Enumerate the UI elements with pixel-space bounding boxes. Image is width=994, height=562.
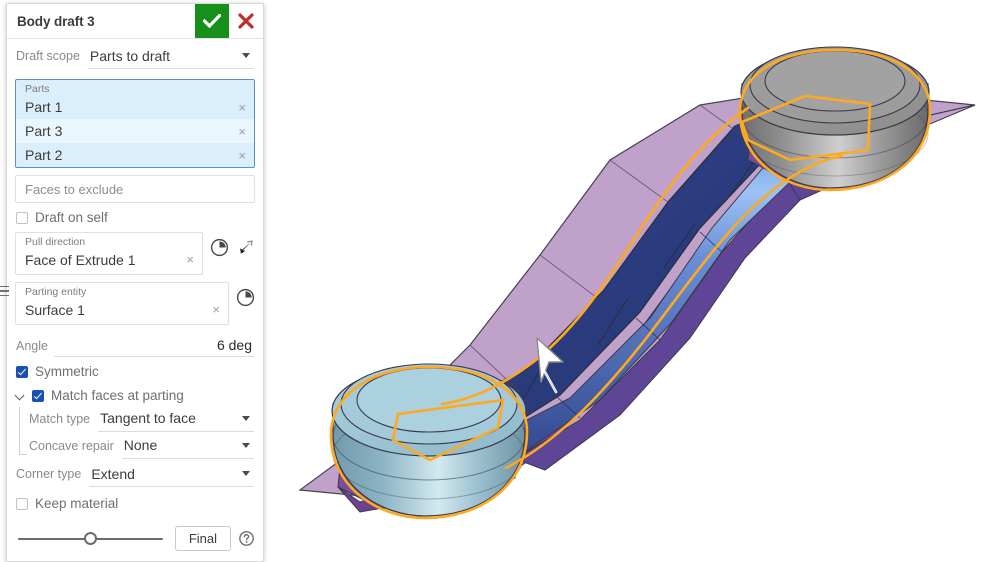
- parting-entity-field[interactable]: Parting entity Surface 1 ×: [15, 282, 229, 325]
- quality-slider[interactable]: [16, 531, 165, 546]
- draft-scope-dropdown[interactable]: Parts to draft: [87, 43, 254, 69]
- final-quality-button[interactable]: Final: [174, 526, 231, 551]
- parts-list-caption: Parts: [25, 83, 50, 95]
- checkbox-checked-icon[interactable]: [32, 389, 44, 402]
- parting-entity-label: Parting entity: [25, 286, 87, 298]
- match-type-dropdown[interactable]: Tangent to face: [98, 406, 254, 432]
- pull-direction-field[interactable]: Pull direction Face of Extrude 1 ×: [15, 232, 203, 275]
- help-circle-icon[interactable]: [239, 531, 254, 546]
- clock-icon[interactable]: [236, 288, 255, 307]
- body-draft-dialog: Body draft 3 Draft scope Parts to draft …: [6, 3, 264, 562]
- remove-part-icon[interactable]: ×: [238, 125, 246, 138]
- match-faces-label: Match faces at parting: [51, 388, 184, 403]
- pull-direction-value: Face of Extrude 1: [25, 251, 136, 268]
- chevron-down-icon: [242, 415, 250, 421]
- draft-scope-value: Parts to draft: [89, 47, 171, 64]
- check-icon: [203, 14, 221, 28]
- drag-handle-icon[interactable]: [0, 278, 9, 304]
- corner-type-label: Corner type: [16, 467, 82, 481]
- match-faces-group-header[interactable]: Match faces at parting: [7, 379, 263, 403]
- angle-input[interactable]: 6 deg: [53, 334, 254, 357]
- draft-scope-row: Draft scope Parts to draft: [7, 39, 263, 73]
- cancel-button[interactable]: [229, 4, 263, 38]
- corner-type-row: Corner type Extend: [7, 459, 263, 489]
- match-type-value: Tangent to face: [100, 410, 196, 426]
- symmetric-label: Symmetric: [35, 364, 99, 379]
- pull-direction-label: Pull direction: [25, 236, 86, 248]
- concave-repair-label: Concave repair: [29, 438, 114, 453]
- chevron-down-icon: [242, 442, 250, 448]
- parting-entity-row: Parting entity Surface 1 ×: [15, 282, 255, 325]
- keep-material-label: Keep material: [35, 496, 119, 511]
- draft-on-self-checkbox[interactable]: Draft on self: [7, 203, 263, 225]
- corner-type-value: Extend: [91, 465, 135, 482]
- part-name: Part 3: [25, 123, 63, 139]
- draft-scope-label: Draft scope: [16, 49, 80, 63]
- draft-on-self-label: Draft on self: [35, 210, 108, 225]
- symmetric-checkbox[interactable]: Symmetric: [7, 357, 263, 379]
- parts-selection-list[interactable]: Parts Part 1 × Part 3 × Part 2 ×: [15, 79, 255, 168]
- angle-label: Angle: [16, 338, 48, 353]
- part-name: Part 1: [25, 99, 63, 115]
- clear-pull-direction-icon[interactable]: ×: [186, 253, 194, 266]
- list-item[interactable]: Part 1 ×: [16, 95, 254, 119]
- clock-icon[interactable]: [210, 238, 229, 257]
- accept-button[interactable]: [195, 4, 229, 38]
- checkbox-icon: [16, 497, 28, 510]
- cad-model: [298, 46, 976, 520]
- chevron-down-icon[interactable]: [16, 391, 25, 400]
- dialog-footer: Final: [7, 516, 263, 561]
- list-item[interactable]: Part 3 ×: [16, 119, 254, 143]
- concave-repair-dropdown[interactable]: None: [121, 433, 254, 459]
- clear-parting-entity-icon[interactable]: ×: [212, 303, 220, 316]
- pull-direction-row: Pull direction Face of Extrude 1 ×: [15, 232, 255, 275]
- angle-value: 6 deg: [216, 337, 252, 353]
- checkbox-checked-icon: [16, 365, 28, 378]
- remove-part-icon[interactable]: ×: [238, 149, 246, 162]
- slider-knob[interactable]: [83, 531, 97, 545]
- page-title: Body draft 3: [17, 13, 95, 29]
- chevron-down-icon: [242, 471, 250, 476]
- match-faces-group-body: Match type Tangent to face Concave repai…: [7, 405, 263, 459]
- parting-entity-value: Surface 1: [25, 301, 85, 318]
- x-icon: [238, 13, 254, 29]
- remove-part-icon[interactable]: ×: [238, 101, 246, 114]
- dialog-titlebar: Body draft 3: [7, 4, 263, 39]
- chevron-down-icon: [242, 53, 250, 58]
- checkbox-icon: [16, 211, 28, 224]
- angle-row: Angle 6 deg: [7, 325, 263, 357]
- match-type-label: Match type: [29, 411, 91, 426]
- keep-material-checkbox[interactable]: Keep material: [7, 489, 263, 511]
- corner-type-dropdown[interactable]: Extend: [89, 461, 254, 487]
- concave-repair-row: Concave repair None: [29, 432, 263, 459]
- match-type-row: Match type Tangent to face: [29, 405, 263, 432]
- list-item[interactable]: Part 2 ×: [16, 143, 254, 167]
- flip-direction-arrow-icon[interactable]: [236, 238, 255, 257]
- concave-repair-value: None: [123, 437, 158, 453]
- faces-to-exclude-input[interactable]: Faces to exclude: [15, 175, 255, 203]
- part-name: Part 2: [25, 147, 63, 163]
